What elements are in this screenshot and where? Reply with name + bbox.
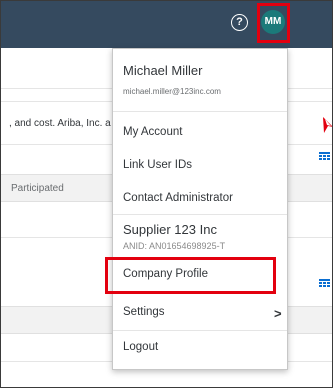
company-anid: ANID: AN01654698925-T — [123, 242, 226, 249]
user-email: michael.miller@123inc.com — [123, 87, 221, 96]
chevron-right-icon: > — [274, 306, 282, 321]
ariba-logo-icon — [322, 113, 332, 140]
banner-text: , and cost. Ariba, Inc. a — [9, 118, 111, 129]
menu-item-link-user-ids[interactable]: Link User IDs — [123, 159, 192, 171]
menu-item-logout[interactable]: Logout — [123, 341, 158, 353]
table-grid-icon[interactable] — [319, 279, 330, 288]
menu-divider — [113, 214, 287, 215]
screenshot-frame: ? MM , and cost. Ariba, Inc. a Participa… — [0, 0, 333, 388]
user-menu-dropdown: Michael Miller michael.miller@123inc.com… — [112, 48, 288, 370]
company-profile-highlight-box — [105, 257, 276, 294]
menu-divider — [113, 111, 287, 112]
table-grid-icon[interactable] — [319, 152, 330, 161]
company-name: Supplier 123 Inc — [123, 222, 217, 237]
menu-item-my-account[interactable]: My Account — [123, 126, 182, 138]
menu-divider — [113, 330, 287, 331]
user-name: Michael Miller — [123, 63, 203, 78]
top-bar: ? MM — [1, 1, 332, 48]
avatar-highlight-box — [257, 3, 290, 43]
column-header-participated[interactable]: Participated — [11, 183, 64, 194]
menu-item-contact-administrator[interactable]: Contact Administrator — [123, 192, 233, 204]
help-icon[interactable]: ? — [231, 14, 248, 31]
menu-item-settings[interactable]: Settings — [123, 306, 165, 318]
